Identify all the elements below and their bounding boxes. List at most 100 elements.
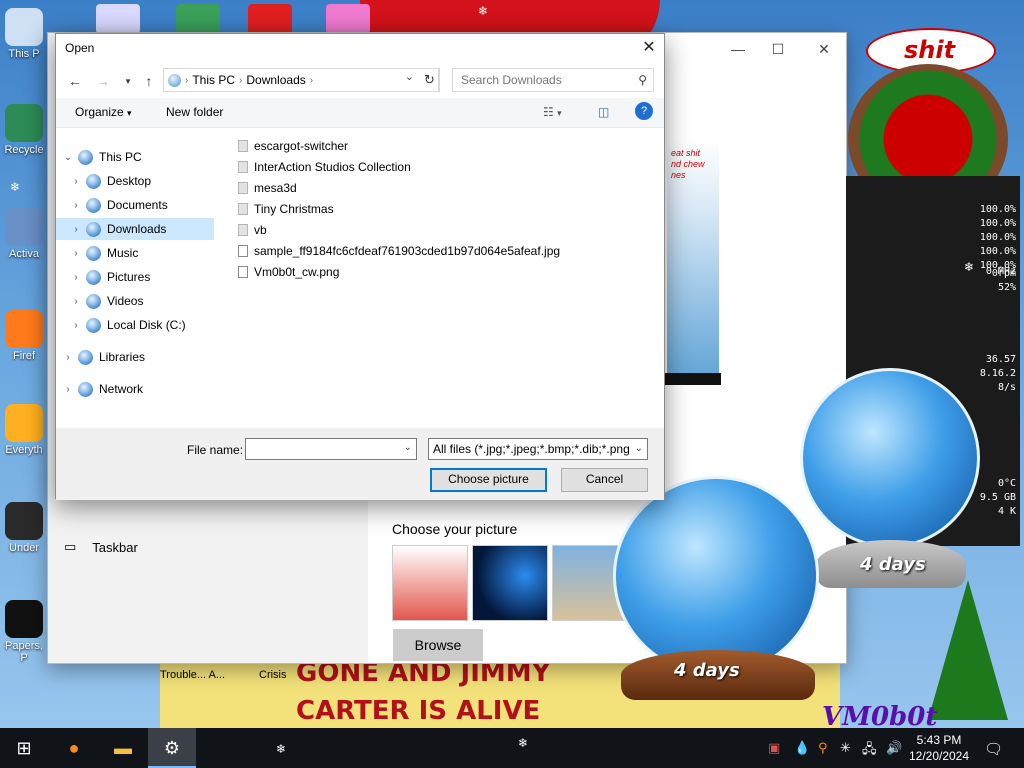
folder-icon bbox=[238, 224, 248, 236]
desktop-icon[interactable]: Activa bbox=[0, 208, 48, 260]
file-list-item[interactable]: mesa3d bbox=[236, 178, 297, 198]
desktop-icon[interactable]: This P bbox=[0, 8, 48, 60]
file-name-dropdown-icon[interactable]: ⌄ bbox=[404, 442, 412, 453]
desktop-icon[interactable]: Firef bbox=[0, 310, 48, 362]
snow-globe-right bbox=[800, 368, 980, 548]
nav-tree-item[interactable]: › Documents bbox=[56, 194, 214, 216]
sysmon-reading: 4 K bbox=[997, 506, 1016, 517]
settings-gear-icon[interactable]: ⚙ bbox=[148, 728, 196, 768]
nav-tree-item[interactable]: › Downloads bbox=[56, 218, 214, 240]
desktop-top-icon-2[interactable] bbox=[176, 4, 220, 34]
file-list-item[interactable]: escargot-switcher bbox=[236, 136, 348, 156]
nav-tree-item[interactable]: › Desktop bbox=[56, 170, 214, 192]
desktop-app-icon bbox=[5, 404, 43, 442]
desktop-app-icon bbox=[5, 502, 43, 540]
globe-days-front: 4 days bbox=[674, 660, 740, 681]
chevron-right-icon[interactable]: › bbox=[68, 200, 84, 211]
file-list-item[interactable]: InterAction Studios Collection bbox=[236, 157, 411, 177]
chevron-right-icon[interactable]: › bbox=[68, 176, 84, 187]
nav-tree-item[interactable]: › Music bbox=[56, 242, 214, 264]
file-name-input[interactable]: ⌄ bbox=[245, 438, 417, 460]
forward-arrow-icon[interactable]: → bbox=[93, 70, 113, 92]
dialog-titlebar[interactable]: Open ✕ bbox=[56, 34, 664, 64]
tray-drop-icon[interactable]: 💧 bbox=[794, 740, 810, 756]
view-options-icon[interactable]: ☷ ▾ bbox=[543, 105, 562, 119]
file-type-value: All files (*.jpg;*.jpeg;*.bmp;*.dib;*.pn… bbox=[433, 442, 630, 456]
banner-text: shit bbox=[904, 36, 956, 64]
organize-button[interactable]: Organize ▾ bbox=[75, 105, 132, 119]
nav-tree-item[interactable]: › Libraries bbox=[56, 346, 214, 368]
help-icon[interactable]: ? bbox=[635, 102, 653, 120]
preview-pane-icon[interactable]: ◫ bbox=[598, 105, 609, 119]
desktop-app-icon bbox=[5, 600, 43, 638]
start-windows-icon[interactable]: ⊞ bbox=[0, 728, 48, 768]
browse-button[interactable]: Browse bbox=[393, 629, 483, 661]
nav-tree-item[interactable]: › Network bbox=[56, 378, 214, 400]
chevron-right-icon[interactable]: › bbox=[60, 352, 76, 363]
maximize-button[interactable]: ☐ bbox=[768, 41, 788, 58]
file-list-item[interactable]: Vm0b0t_cw.png bbox=[236, 262, 339, 282]
folder-icon bbox=[238, 140, 248, 152]
file-type-select[interactable]: All files (*.jpg;*.jpeg;*.bmp;*.dib;*.pn… bbox=[428, 438, 648, 460]
desktop-icon[interactable]: Everyth bbox=[0, 404, 48, 456]
nav-tree-item[interactable]: › Local Disk (C:) bbox=[56, 314, 214, 336]
network-icon[interactable]: 🖧 bbox=[862, 740, 877, 762]
file-list-item[interactable]: vb bbox=[236, 220, 267, 240]
snowflake-icon: ❄ bbox=[964, 260, 975, 274]
address-dropdown-icon[interactable]: ⌄ bbox=[405, 70, 414, 83]
dialog-close-button[interactable]: ✕ bbox=[634, 34, 664, 64]
tray-search-icon[interactable]: ⚲ bbox=[818, 740, 828, 756]
christmas-tree-decoration bbox=[928, 580, 1008, 720]
chevron-down-icon[interactable]: ⌄ bbox=[60, 152, 76, 163]
desktop-top-icon-4[interactable] bbox=[326, 4, 370, 34]
chevron-right-icon[interactable]: › bbox=[68, 272, 84, 283]
notifications-icon[interactable]: 🗨 bbox=[984, 740, 1003, 758]
desktop-caption-1: Trouble... A... bbox=[160, 669, 226, 681]
recent-locations-chevron-icon[interactable]: ▾ bbox=[118, 70, 138, 92]
tray-app-icon[interactable]: ▣ bbox=[768, 740, 780, 756]
chevron-right-icon[interactable]: › bbox=[68, 296, 84, 307]
choose-picture-button[interactable]: Choose picture bbox=[430, 468, 547, 492]
desktop-icon[interactable]: Papers, P bbox=[0, 600, 48, 664]
search-input[interactable]: Search Downloads ⚲ bbox=[452, 68, 654, 92]
settings-nav-taskbar[interactable]: ▭ Taskbar bbox=[64, 539, 138, 555]
close-window-button[interactable]: ✕ bbox=[814, 41, 834, 58]
sysmon-reading: 36.57 bbox=[985, 354, 1016, 365]
system-clock[interactable]: 5:43 PM 12/20/2024 bbox=[908, 732, 970, 764]
address-bar[interactable]: › This PC › Downloads › ⌄ bbox=[163, 68, 439, 92]
cancel-button[interactable]: Cancel bbox=[561, 468, 648, 492]
up-arrow-icon[interactable]: ↑ bbox=[139, 70, 159, 92]
chevron-right-icon[interactable]: › bbox=[60, 384, 76, 395]
breadcrumb-this-pc[interactable]: This PC bbox=[192, 73, 235, 87]
nav-tree-item[interactable]: › Videos bbox=[56, 290, 214, 312]
picture-thumb-2[interactable] bbox=[472, 545, 548, 621]
breadcrumb-downloads[interactable]: Downloads bbox=[246, 73, 305, 87]
new-folder-button[interactable]: New folder bbox=[166, 105, 223, 119]
mcdonalds-icon[interactable] bbox=[248, 4, 292, 34]
chevron-right-icon[interactable]: › bbox=[68, 320, 84, 331]
preview-bottom-bar bbox=[665, 373, 721, 385]
minimize-button[interactable]: — bbox=[728, 41, 748, 57]
file-list-item[interactable]: sample_ff9184fc6cfdeaf761903cded1b97d064… bbox=[236, 241, 560, 261]
back-arrow-icon[interactable]: ← bbox=[65, 70, 85, 92]
desktop-icon[interactable]: Under bbox=[0, 502, 48, 554]
desktop-icon[interactable]: Recycle bbox=[0, 104, 48, 156]
location-icon bbox=[86, 173, 101, 189]
nav-tree-item[interactable]: › Pictures bbox=[56, 266, 214, 288]
breadcrumb-separator-icon: › bbox=[309, 74, 314, 86]
file-name: InterAction Studios Collection bbox=[254, 160, 411, 174]
location-icon bbox=[86, 245, 101, 261]
firefox-icon[interactable]: ● bbox=[50, 728, 98, 768]
file-explorer-icon[interactable]: ▬ bbox=[99, 728, 147, 768]
refresh-icon[interactable]: ↻ bbox=[420, 68, 440, 92]
nav-tree-item[interactable]: ⌄ This PC bbox=[56, 146, 214, 168]
tray-snowflake-icon[interactable]: ✳ bbox=[840, 740, 851, 756]
nav-tree-label: Libraries bbox=[99, 350, 146, 364]
chevron-right-icon[interactable]: › bbox=[68, 248, 84, 259]
file-list-item[interactable]: Tiny Christmas bbox=[236, 199, 334, 219]
dialog-toolbar: Organize ▾ New folder ☷ ▾ ◫ ? bbox=[56, 98, 664, 128]
chevron-right-icon[interactable]: › bbox=[68, 224, 84, 235]
volume-icon[interactable]: 🔊 bbox=[886, 740, 902, 756]
desktop-top-icon-1[interactable] bbox=[96, 4, 140, 34]
picture-thumb-1[interactable] bbox=[392, 545, 468, 621]
